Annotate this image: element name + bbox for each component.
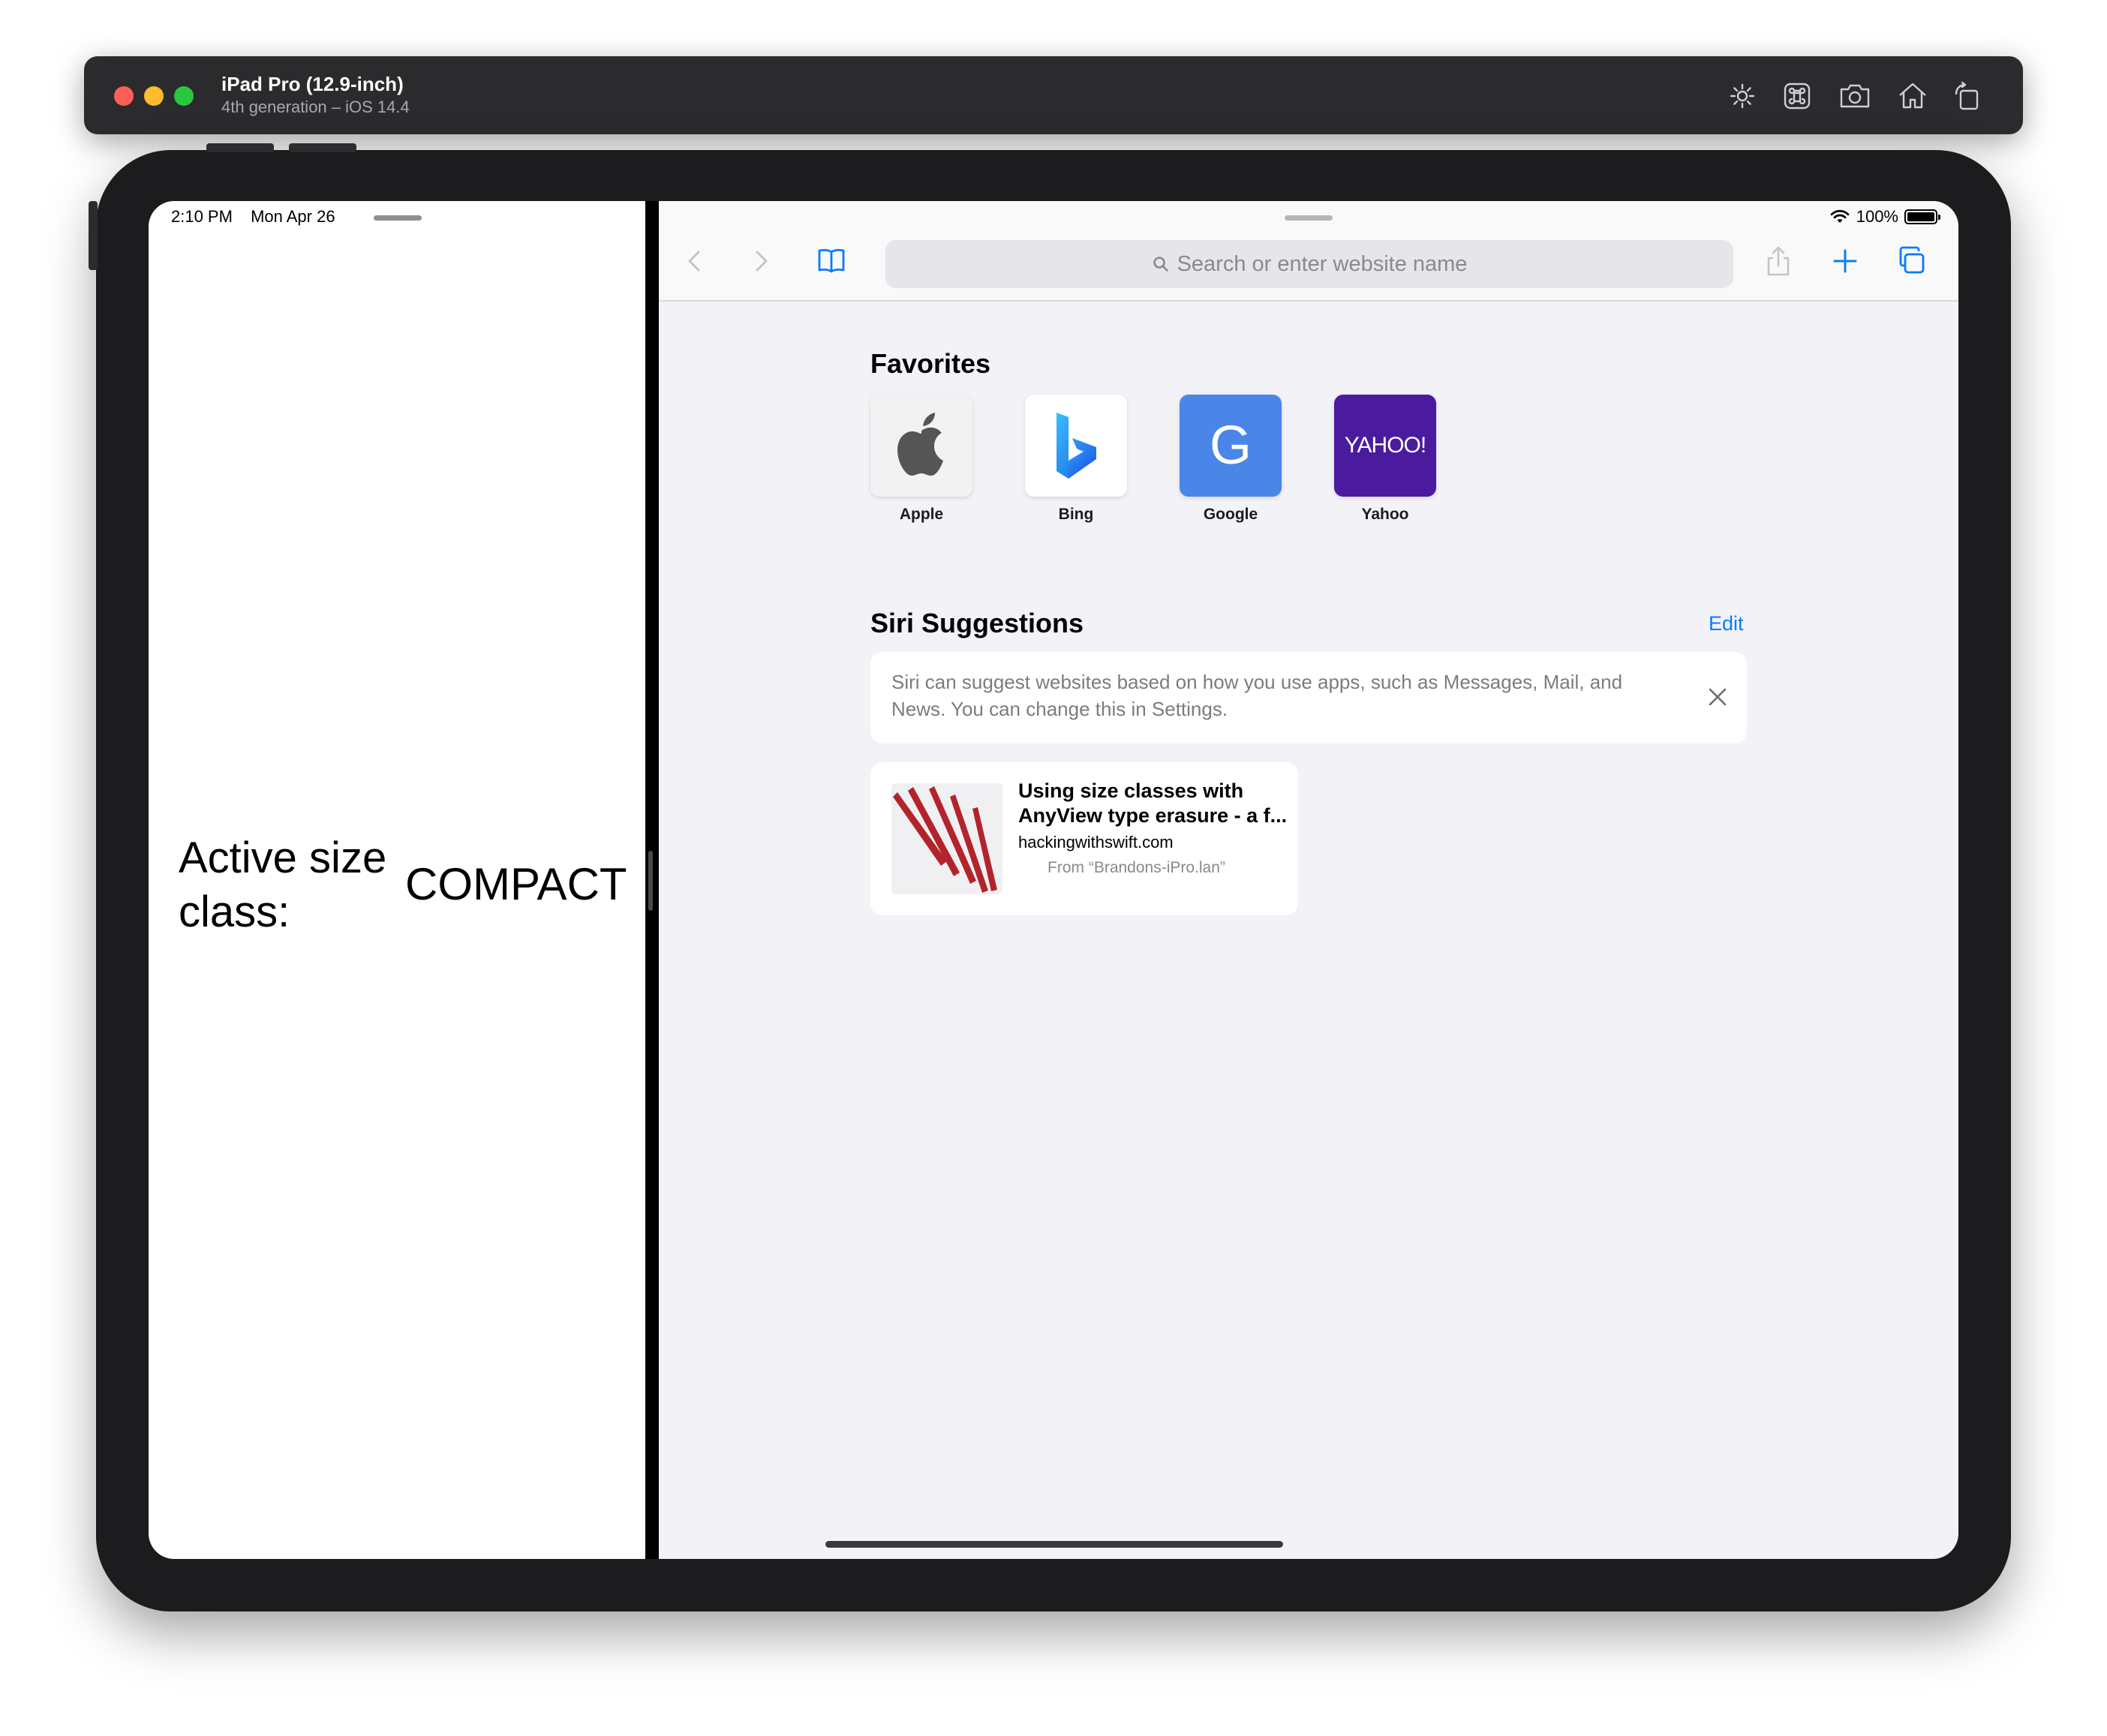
safari-pane: 100% Search or enter website name Favori…	[659, 201, 1958, 1559]
zoom-window-button[interactable]	[174, 86, 194, 106]
close-window-button[interactable]	[114, 86, 134, 106]
favorite-label: Yahoo	[1361, 506, 1409, 523]
favorite-label: Google	[1203, 506, 1258, 523]
search-icon	[1153, 257, 1168, 272]
share-button[interactable]	[1760, 243, 1796, 279]
window-subtitle: 4th generation – iOS 14.4	[221, 98, 410, 116]
volume-button	[289, 143, 356, 152]
yahoo-logo-icon: YAHOO!	[1334, 395, 1436, 497]
power-button	[89, 201, 98, 270]
wifi-icon	[1830, 209, 1850, 223]
status-bar: 2:10 PM Mon Apr 26	[171, 207, 349, 227]
suggestion-domain: hackingwithswift.com	[1018, 833, 1174, 851]
siri-suggestions-title: Siri Suggestions	[870, 608, 1084, 638]
screenshot-icon[interactable]	[1838, 79, 1872, 113]
siri-info-card: Siri can suggest websites based on how y…	[870, 652, 1747, 743]
volume-button	[206, 143, 274, 152]
yahoo-glyph: YAHOO!	[1344, 433, 1426, 458]
status-time: 2:10 PM	[171, 207, 233, 226]
hacking-with-swift-logo-icon	[891, 783, 1002, 894]
rotate-icon[interactable]	[1950, 79, 1985, 113]
google-glyph: G	[1209, 416, 1252, 476]
favorite-yahoo[interactable]: YAHOO! Yahoo	[1334, 395, 1436, 524]
forward-button[interactable]	[743, 243, 779, 279]
favorite-label: Apple	[899, 506, 944, 523]
favorite-apple[interactable]: Apple	[870, 395, 972, 524]
compact-app-pane: 2:10 PM Mon Apr 26 Active size class: CO…	[149, 201, 645, 1559]
favorite-google[interactable]: G Google	[1180, 395, 1282, 524]
window-title: iPad Pro (12.9-inch)	[221, 73, 404, 95]
close-icon[interactable]	[1704, 683, 1731, 710]
home-icon[interactable]	[1895, 79, 1930, 113]
bookmarks-button[interactable]	[813, 243, 849, 279]
favorites-title: Favorites	[870, 348, 991, 379]
address-bar[interactable]: Search or enter website name	[885, 240, 1733, 288]
suggestion-card[interactable]: Using size classes with AnyView type era…	[870, 762, 1298, 915]
tabs-overview-button[interactable]	[1894, 243, 1930, 279]
new-tab-button[interactable]	[1827, 243, 1863, 279]
google-letter-icon: G	[1180, 395, 1282, 497]
address-placeholder: Search or enter website name	[1177, 251, 1468, 276]
back-button[interactable]	[677, 243, 713, 279]
size-class-value: COMPACT	[405, 859, 627, 909]
status-date: Mon Apr 26	[251, 207, 335, 226]
favorite-label: Bing	[1058, 506, 1094, 523]
multitasking-grabber[interactable]	[1285, 215, 1333, 221]
home-indicator[interactable]	[825, 1541, 1283, 1548]
favorite-bing[interactable]: Bing	[1025, 395, 1127, 524]
bing-logo-icon	[1025, 395, 1127, 497]
multitasking-grabber[interactable]	[374, 215, 422, 221]
battery-percentage: 100%	[1856, 207, 1898, 226]
command-key-icon[interactable]	[1780, 79, 1814, 113]
split-view-divider-handle[interactable]	[648, 851, 653, 911]
size-class-label: Active size class:	[179, 833, 387, 936]
apple-logo-icon	[870, 395, 972, 497]
status-bar-right: 100%	[1829, 207, 1940, 227]
edit-button[interactable]: Edit	[1709, 612, 1744, 635]
siri-info-text: Siri can suggest websites based on how y…	[891, 671, 1623, 720]
simulator-titlebar: iPad Pro (12.9-inch) 4th generation – iO…	[84, 56, 2023, 134]
brightness-icon[interactable]	[1725, 79, 1760, 113]
suggestion-source: From “Brandons-iPro.lan”	[1047, 859, 1225, 876]
suggestion-title: Using size classes with AnyView type era…	[1018, 779, 1288, 827]
battery-icon	[1904, 209, 1940, 224]
ipad-screen: 2:10 PM Mon Apr 26 Active size class: CO…	[149, 201, 1958, 1559]
minimize-window-button[interactable]	[144, 86, 164, 106]
safari-toolbar: 100% Search or enter website name	[659, 201, 1958, 302]
